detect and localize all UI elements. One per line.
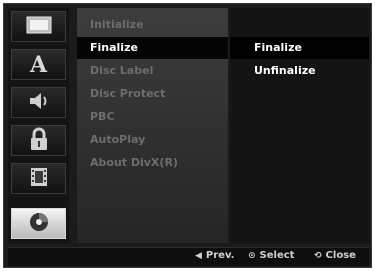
option-unfinalize[interactable]: Unfinalize	[230, 60, 369, 82]
option-finalize[interactable]: Finalize	[230, 37, 369, 59]
prev-hint[interactable]: ◀ Prev.	[195, 250, 234, 261]
return-icon: ⟲	[314, 250, 322, 261]
setup-menu-screen: A Initialize Finalize Disc Label Disc Pr…	[3, 3, 372, 268]
display-category-button[interactable]	[11, 11, 66, 42]
lock-icon	[29, 127, 49, 155]
select-hint[interactable]: ⊙ Select	[248, 250, 294, 261]
button-hint-bar: ◀ Prev. ⊙ Select ⟲ Close	[8, 247, 369, 266]
menu-item-initialize[interactable]: Initialize	[77, 14, 228, 36]
menu-item-pbc[interactable]: PBC	[77, 106, 228, 128]
film-icon	[28, 166, 50, 192]
menu-item-disc-protect[interactable]: Disc Protect	[77, 83, 228, 105]
option-list: Finalize Unfinalize	[230, 8, 369, 243]
audio-icon	[27, 90, 51, 116]
disc-icon	[28, 211, 50, 237]
disc-category-button[interactable]	[11, 208, 66, 239]
category-sidebar: A	[8, 8, 69, 243]
close-hint[interactable]: ⟲ Close	[314, 250, 356, 261]
menu-item-autoplay[interactable]: AutoPlay	[77, 129, 228, 151]
lock-category-button[interactable]	[11, 125, 66, 156]
select-label: Select	[259, 250, 295, 261]
disc-menu-list: Initialize Finalize Disc Label Disc Prot…	[77, 8, 228, 243]
language-category-button[interactable]: A	[11, 49, 66, 80]
prev-label: Prev.	[205, 250, 235, 261]
display-icon	[26, 16, 52, 38]
film-category-button[interactable]	[11, 163, 66, 194]
close-label: Close	[325, 250, 356, 261]
left-arrow-icon: ◀	[195, 250, 202, 261]
menu-item-about-divx[interactable]: About DivX(R)	[77, 152, 228, 174]
language-icon: A	[29, 51, 48, 78]
select-circle-icon: ⊙	[248, 250, 256, 261]
audio-category-button[interactable]	[11, 87, 66, 118]
menu-item-finalize[interactable]: Finalize	[77, 37, 228, 59]
menu-item-disc-label[interactable]: Disc Label	[77, 60, 228, 82]
